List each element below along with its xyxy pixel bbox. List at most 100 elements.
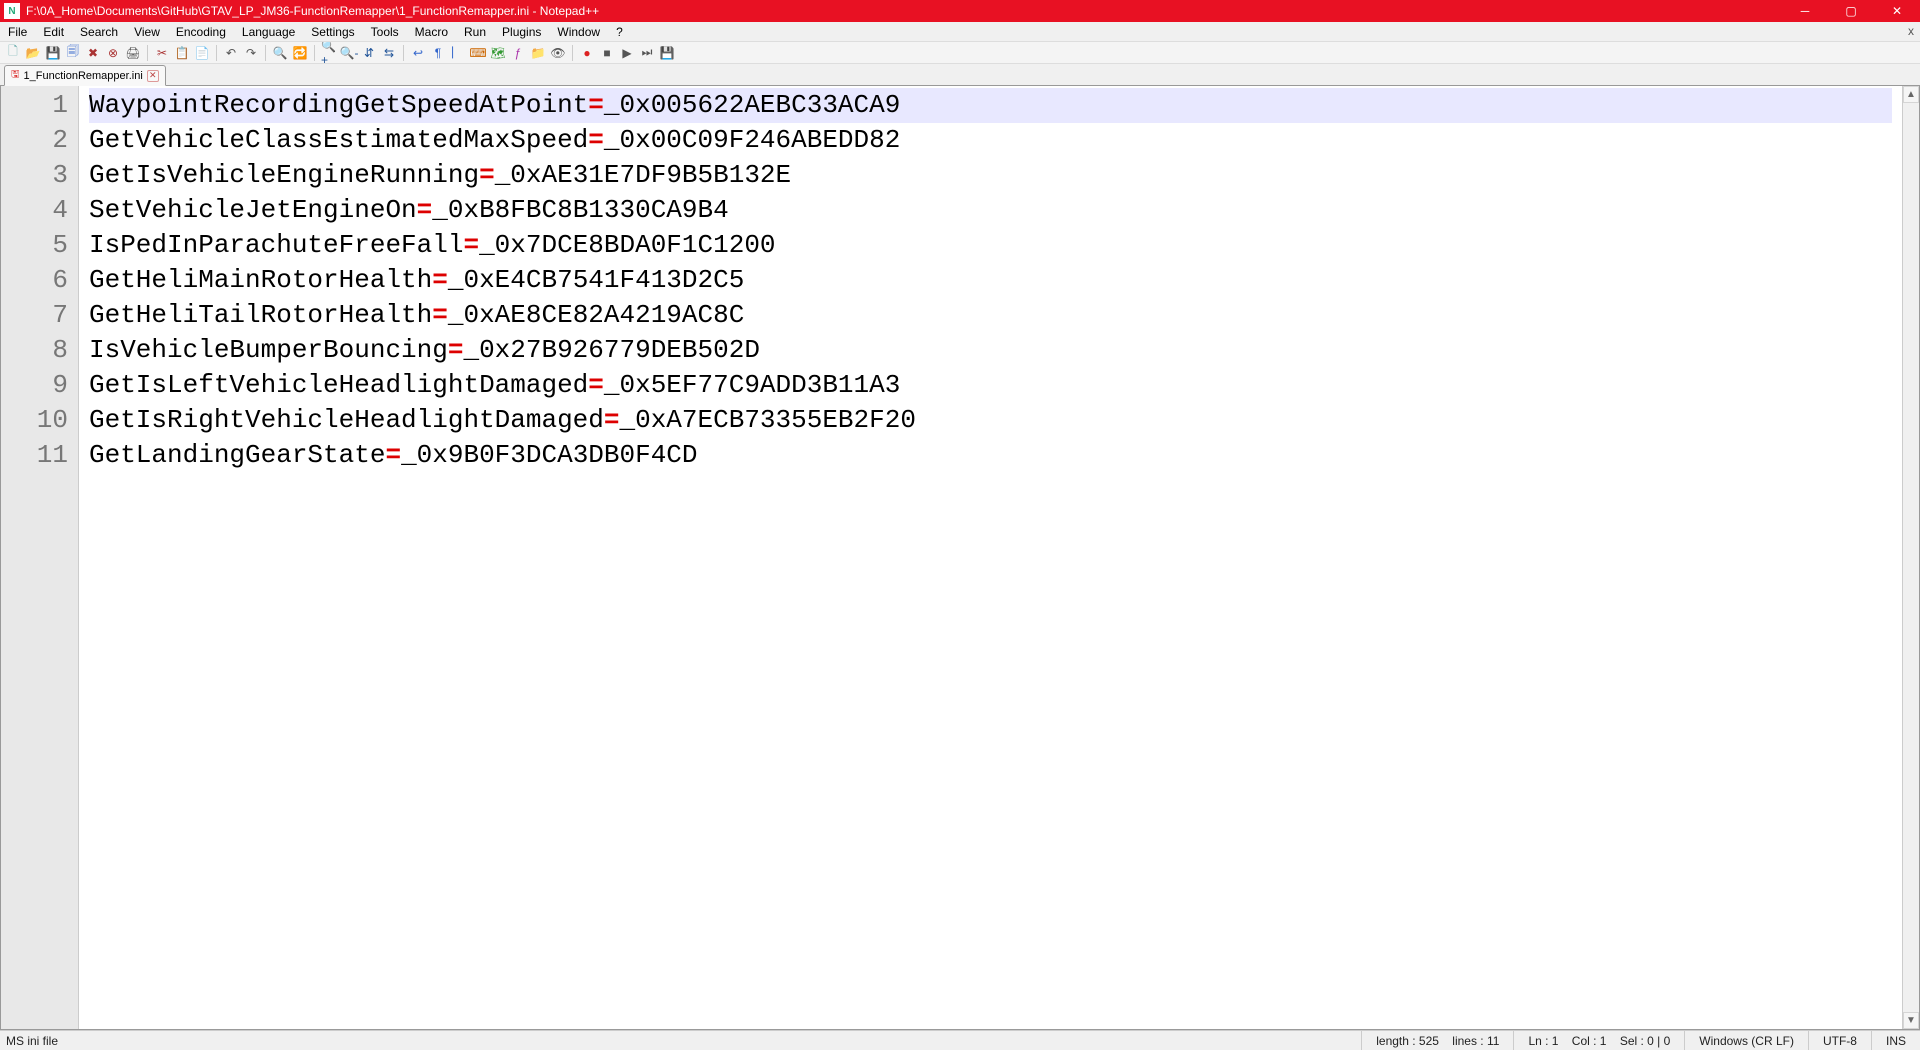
code-line[interactable]: SetVehicleJetEngineOn=_0xB8FBC8B1330CA9B… <box>89 193 1892 228</box>
code-line[interactable]: IsPedInParachuteFreeFall=_0x7DCE8BDA0F1C… <box>89 228 1892 263</box>
file-tab-close-icon[interactable]: ✕ <box>147 70 159 82</box>
lang-icon[interactable]: ⌨ <box>469 44 487 62</box>
toolbar-separator <box>314 45 315 61</box>
scroll-track[interactable] <box>1903 103 1919 1012</box>
monitor-icon[interactable]: 👁 <box>549 44 567 62</box>
toolbar-separator <box>403 45 404 61</box>
scroll-up-icon[interactable]: ▲ <box>1903 86 1919 103</box>
menu-window[interactable]: Window <box>549 23 608 41</box>
menu-plugins[interactable]: Plugins <box>494 23 549 41</box>
stop-macro-icon[interactable]: ■ <box>598 44 616 62</box>
tab-bar: 🖫 1_FunctionRemapper.ini ✕ <box>0 64 1920 86</box>
line-number: 5 <box>1 228 68 263</box>
save-macro-icon[interactable]: 💾 <box>658 44 676 62</box>
menu-language[interactable]: Language <box>234 23 303 41</box>
ini-key: GetHeliMainRotorHealth <box>89 265 432 295</box>
save-all-icon[interactable]: 🗐 <box>64 44 82 62</box>
file-tab[interactable]: 🖫 1_FunctionRemapper.ini ✕ <box>4 65 166 86</box>
play-multi-icon[interactable]: ⏭ <box>638 44 656 62</box>
vertical-scrollbar[interactable]: ▲ ▼ <box>1902 86 1919 1029</box>
status-insert-mode: INS <box>1871 1031 1920 1050</box>
line-number: 11 <box>1 438 68 473</box>
menubar: FileEditSearchViewEncodingLanguageSettin… <box>0 22 1920 42</box>
zoom-out-icon[interactable]: 🔍- <box>340 44 358 62</box>
new-file-icon[interactable]: 🗋 <box>4 44 22 62</box>
line-number: 8 <box>1 333 68 368</box>
menu-settings[interactable]: Settings <box>303 23 362 41</box>
all-chars-icon[interactable]: ¶ <box>429 44 447 62</box>
line-number: 6 <box>1 263 68 298</box>
code-line[interactable]: WaypointRecordingGetSpeedAtPoint=_0x0056… <box>89 88 1892 123</box>
copy-icon[interactable]: 📋 <box>173 44 191 62</box>
file-tab-disk-icon: 🖫 <box>11 67 20 84</box>
status-length: length : 525 lines : 11 <box>1361 1031 1513 1050</box>
code-line[interactable]: GetIsRightVehicleHeadlightDamaged=_0xA7E… <box>89 403 1892 438</box>
line-number: 4 <box>1 193 68 228</box>
code-line[interactable]: GetVehicleClassEstimatedMaxSpeed=_0x00C0… <box>89 123 1892 158</box>
ini-key: IsPedInParachuteFreeFall <box>89 230 463 260</box>
code-area[interactable]: WaypointRecordingGetSpeedAtPoint = _0x0056… <box>79 86 1902 1029</box>
window-title: F:\0A_Home\Documents\GitHub\GTAV_LP_JM36… <box>26 4 1782 18</box>
menu-tools[interactable]: Tools <box>363 23 407 41</box>
menubar-close-icon[interactable]: x <box>1908 24 1914 38</box>
line-number: 1 <box>1 88 68 123</box>
func-list-icon[interactable]: ƒ <box>509 44 527 62</box>
close-all-icon[interactable]: ⊗ <box>104 44 122 62</box>
ini-key: SetVehicleJetEngineOn <box>89 195 417 225</box>
window-controls: ─ ▢ ✕ <box>1782 0 1920 22</box>
indent-guide-icon[interactable]: ⎸ <box>449 44 467 62</box>
menu-search[interactable]: Search <box>72 23 126 41</box>
word-wrap-icon[interactable]: ↩ <box>409 44 427 62</box>
menu-edit[interactable]: Edit <box>35 23 72 41</box>
code-line[interactable]: GetHeliTailRotorHealth=_0xAE8CE82A4219AC… <box>89 298 1892 333</box>
sync-v-icon[interactable]: ⇵ <box>360 44 378 62</box>
menu-q[interactable]: ? <box>608 23 631 41</box>
menu-macro[interactable]: Macro <box>407 23 456 41</box>
ini-value: _0x7DCE8BDA0F1C1200 <box>479 230 775 260</box>
code-line[interactable]: GetIsLeftVehicleHeadlightDamaged=_0x5EF7… <box>89 368 1892 403</box>
print-icon[interactable]: 🖨 <box>124 44 142 62</box>
record-macro-icon[interactable]: ● <box>578 44 596 62</box>
ini-value: _0xB8FBC8B1330CA9B4 <box>432 195 728 225</box>
close-file-icon[interactable]: ✖ <box>84 44 102 62</box>
paste-icon[interactable]: 📄 <box>193 44 211 62</box>
menu-view[interactable]: View <box>126 23 168 41</box>
menu-run[interactable]: Run <box>456 23 494 41</box>
menu-file[interactable]: File <box>0 23 35 41</box>
close-window-button[interactable]: ✕ <box>1874 0 1920 22</box>
code-line[interactable]: GetHeliMainRotorHealth=_0xE4CB7541F413D2… <box>89 263 1892 298</box>
maximize-button[interactable]: ▢ <box>1828 0 1874 22</box>
status-position: Ln : 1 Col : 1 Sel : 0 | 0 <box>1513 1031 1684 1050</box>
play-macro-icon[interactable]: ▶ <box>618 44 636 62</box>
code-line[interactable]: IsVehicleBumperBouncing=_0x27B926779DEB5… <box>89 333 1892 368</box>
redo-icon[interactable]: ↷ <box>242 44 260 62</box>
open-file-icon[interactable]: 📂 <box>24 44 42 62</box>
scroll-down-icon[interactable]: ▼ <box>1903 1012 1919 1029</box>
line-number: 2 <box>1 123 68 158</box>
code-line[interactable]: GetIsVehicleEngineRunning=_0xAE31E7DF9B5… <box>89 158 1892 193</box>
undo-icon[interactable]: ↶ <box>222 44 240 62</box>
replace-icon[interactable]: 🔁 <box>291 44 309 62</box>
editor[interactable]: 1234567891011 WaypointRecordingGetSpeedA… <box>0 86 1920 1030</box>
toolbar-separator <box>147 45 148 61</box>
status-eol: Windows (CR LF) <box>1684 1031 1808 1050</box>
status-filetype: MS ini file <box>0 1034 1361 1048</box>
ini-key: GetLandingGearState <box>89 440 385 470</box>
ini-key: WaypointRecordingGetSpeedAtPoint <box>89 90 588 120</box>
file-tab-label: 1_FunctionRemapper.ini <box>24 70 143 82</box>
ini-key: GetIsLeftVehicleHeadlightDamaged <box>89 370 588 400</box>
code-line[interactable]: GetLandingGearState=_0x9B0F3DCA3DB0F4CD <box>89 438 1892 473</box>
sync-h-icon[interactable]: ⇆ <box>380 44 398 62</box>
ini-equals: = <box>385 440 401 470</box>
ini-value: _0xAE8CE82A4219AC8C <box>448 300 744 330</box>
doc-map-icon[interactable]: 🗺 <box>489 44 507 62</box>
minimize-button[interactable]: ─ <box>1782 0 1828 22</box>
ini-value: _0x005622AEBC33ACA9 <box>604 90 900 120</box>
find-icon[interactable]: 🔍 <box>271 44 289 62</box>
menu-encoding[interactable]: Encoding <box>168 23 234 41</box>
toolbar-separator <box>216 45 217 61</box>
cut-icon[interactable]: ✂ <box>153 44 171 62</box>
zoom-in-icon[interactable]: 🔍+ <box>320 44 338 62</box>
save-icon[interactable]: 💾 <box>44 44 62 62</box>
folder-tree-icon[interactable]: 📁 <box>529 44 547 62</box>
